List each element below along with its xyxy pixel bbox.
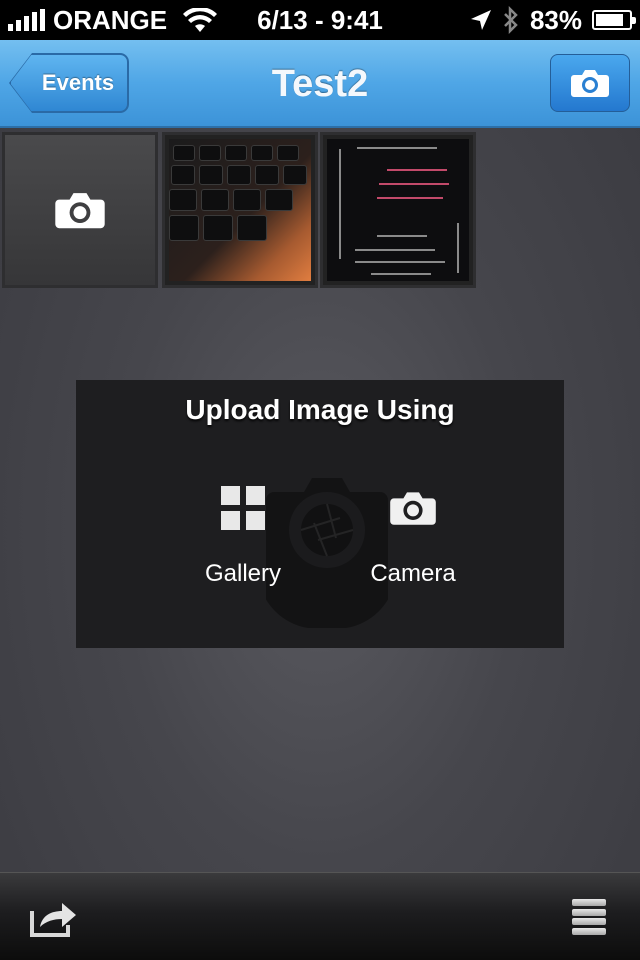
camera-label: Camera [370, 560, 456, 587]
page-title: Test2 [271, 62, 369, 105]
camera-icon [55, 193, 105, 229]
camera-icon [390, 492, 436, 525]
photo-thumbnail-keyboard[interactable] [162, 132, 318, 288]
menu-icon[interactable] [572, 899, 606, 935]
share-icon[interactable] [30, 897, 78, 937]
bluetooth-icon [504, 6, 518, 34]
wifi-icon [183, 8, 218, 32]
camera-option[interactable]: Camera [338, 484, 488, 588]
add-photo-thumbnail[interactable] [2, 132, 158, 288]
photo-thumbnail-tips[interactable] [320, 132, 476, 288]
bottom-toolbar [0, 872, 640, 960]
upload-dialog: Upload Image Using Gallery Camera [76, 380, 564, 648]
battery-charging-icon [592, 10, 636, 30]
camera-icon [571, 70, 609, 97]
gallery-option[interactable]: Gallery [168, 484, 318, 588]
photo-thumbnails [0, 130, 640, 288]
gallery-label: Gallery [204, 560, 282, 587]
camera-button[interactable] [550, 54, 630, 112]
status-left: ORANGE [8, 0, 218, 40]
keyboard-photo [169, 139, 311, 281]
signal-icon [8, 9, 45, 31]
navigation-bar: Events Test2 [0, 40, 640, 128]
dialog-title: Upload Image Using [185, 394, 455, 425]
status-right: 83% [470, 0, 636, 40]
location-arrow-icon [470, 10, 491, 30]
carrier-name: ORANGE [53, 4, 168, 35]
status-bar: ORANGE 6/13 - 9:41 83% [0, 0, 640, 40]
grid-icon [221, 486, 265, 530]
tips-screen-photo [327, 139, 469, 281]
battery-percent: 83% [529, 4, 582, 35]
